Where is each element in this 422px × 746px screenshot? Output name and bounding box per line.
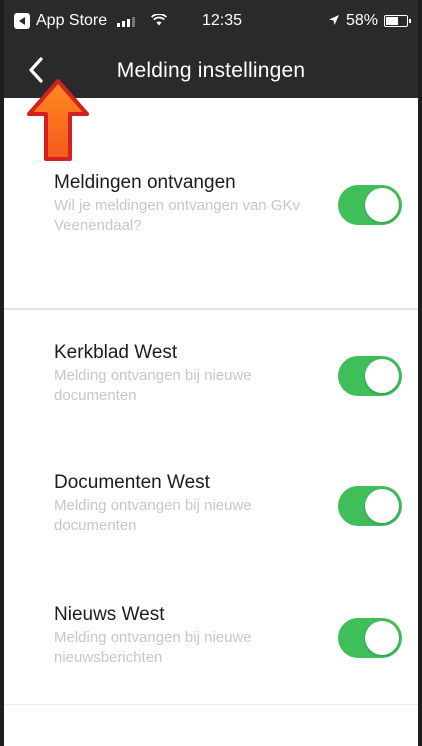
setting-description: Melding ontvangen bij nieuwe documenten: [54, 497, 252, 534]
row-divider: [4, 704, 418, 705]
carrier-label[interactable]: App Store: [36, 12, 107, 30]
setting-title: Nieuws West: [54, 604, 165, 625]
toggle-knob: [365, 489, 399, 523]
toggle-knob: [365, 621, 399, 655]
setting-description: Melding ontvangen bij nieuwe nieuwsberic…: [54, 629, 252, 666]
battery-percentage: 58%: [345, 12, 378, 29]
signal-icon: [117, 15, 136, 27]
wifi-icon: [151, 12, 168, 30]
up-arrow-icon: [27, 79, 89, 161]
setting-description: Wil je meldingen ontvangen van GKv Veene…: [54, 197, 300, 234]
setting-title: Kerkblad West: [54, 342, 178, 363]
location-icon: [328, 14, 340, 29]
status-bar: App Store 12:35 58%: [4, 0, 418, 44]
toggle-nieuws-west[interactable]: [338, 618, 402, 658]
phone-screen: App Store 12:35 58% Melding instellingen…: [0, 0, 422, 746]
status-time: 12:35: [202, 12, 243, 29]
back-to-app-icon[interactable]: [14, 13, 30, 29]
setting-row-kerkblad-west: Kerkblad West Melding ontvangen bij nieu…: [4, 310, 418, 438]
toggle-knob: [365, 359, 399, 393]
setting-description: Melding ontvangen bij nieuwe documenten: [54, 367, 252, 404]
status-left: App Store: [14, 12, 168, 30]
setting-row-documenten-west: Documenten West Melding ontvangen bij ni…: [4, 438, 418, 572]
setting-title: Documenten West: [54, 472, 210, 493]
settings-list: Meldingen ontvangen Wil je meldingen ont…: [4, 98, 418, 705]
setting-row-nieuws-west: Nieuws West Melding ontvangen bij nieuwe…: [4, 572, 418, 704]
battery-icon: [384, 15, 411, 27]
toggle-documenten-west[interactable]: [338, 486, 402, 526]
setting-title: Meldingen ontvangen: [54, 172, 236, 193]
toggle-knob: [365, 188, 399, 222]
toggle-kerkblad-west[interactable]: [338, 356, 402, 396]
toggle-meldingen-ontvangen[interactable]: [338, 185, 402, 225]
status-right: 58%: [328, 12, 411, 30]
